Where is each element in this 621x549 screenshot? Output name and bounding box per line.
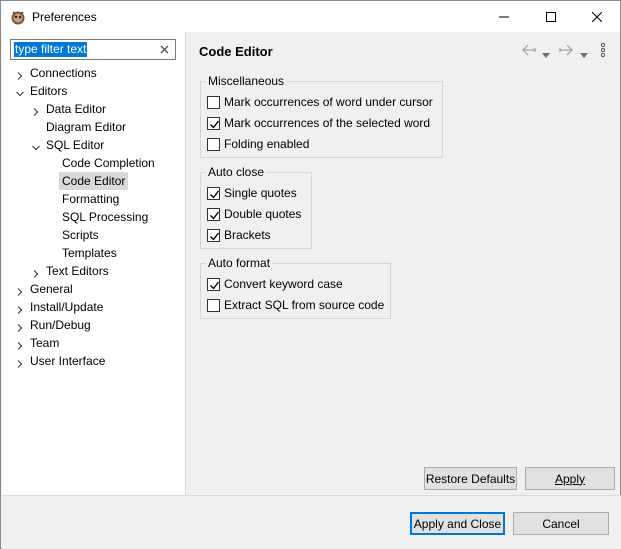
apply-and-close-label: Apply and Close [413,516,502,531]
chevron-down-icon[interactable] [31,140,41,151]
tree-item-label: Editors [30,84,68,98]
checkbox-label: Single quotes [224,186,297,200]
checkbox-row-convert-keyword-case[interactable]: Convert keyword case [207,275,343,293]
checkbox-unchecked-icon[interactable] [207,298,220,312]
filter-input[interactable]: type filter text [10,39,176,60]
tree-item-team[interactable]: Team [17,334,62,352]
tree-item-label: Connections [30,66,97,80]
checkbox-row-mark-occurrences-of-the-selected-word[interactable]: Mark occurrences of the selected word [207,114,430,132]
tree-item-sql-editor[interactable]: SQL Editor [32,136,107,154]
tree-item-general[interactable]: General [17,280,76,298]
page-title: Code Editor [199,44,273,59]
tree-item-code-completion[interactable]: Code Completion [59,154,158,172]
chevron-right-icon[interactable] [31,266,41,278]
tree-item-label: Formatting [62,192,120,206]
checkbox-row-double-quotes[interactable]: Double quotes [207,205,301,223]
tree-item-label: Install/Update [30,300,104,314]
close-icon [592,11,602,22]
maximize-icon [546,11,556,22]
preference-tree-pane: type filter text Connections Editors Data … [2,32,186,495]
tree-item-label: Diagram Editor [46,120,127,134]
tree-item-label: Data Editor [46,102,107,116]
apply-label: Apply [554,471,586,486]
tree-item-text-editors[interactable]: Text Editors [33,262,112,280]
tree-item-templates[interactable]: Templates [59,244,120,262]
tree-item-label: SQL Editor [46,138,105,152]
checkbox-checked-icon[interactable] [207,116,220,130]
tree-item-user-interface[interactable]: User Interface [17,352,108,370]
maximize-button[interactable] [528,1,574,32]
tree-item-connections[interactable]: Connections [17,64,100,82]
tree-item-label: Code Editor [59,172,129,190]
checkbox-row-extract-sql-from-source-code[interactable]: Extract SQL from source code [207,296,384,314]
checkbox-label: Brackets [224,228,271,242]
tree-item-label: Templates [62,246,117,260]
window-title: Preferences [32,10,97,24]
checkbox-checked-icon[interactable] [207,186,220,200]
tree-item-code-editor[interactable]: Code Editor [59,172,129,190]
chevron-down-icon[interactable] [15,86,25,97]
tree-item-scripts[interactable]: Scripts [59,226,102,244]
tree-item-diagram-editor[interactable]: Diagram Editor [43,118,129,136]
checkbox-label: Convert keyword case [224,277,343,291]
checkbox-label: Mark occurrences of the selected word [224,116,431,130]
title-bar: Preferences [1,1,620,32]
cancel-button[interactable]: Cancel [513,512,609,535]
tree-item-editors[interactable]: Editors [16,82,70,100]
chevron-right-icon[interactable] [15,356,25,368]
back-menu-chevron-down-icon[interactable] [542,47,550,61]
forward-arrow-icon[interactable] [558,43,574,60]
chevron-right-icon[interactable] [15,68,25,80]
tree-item-formatting[interactable]: Formatting [59,190,122,208]
cancel-label: Cancel [542,516,580,531]
clear-filter-icon[interactable] [159,44,170,55]
restore-defaults-button[interactable]: Restore Defaults [424,467,517,490]
close-window-button[interactable] [574,1,620,32]
tree-item-run-debug[interactable]: Run/Debug [17,316,94,334]
tree-item-label: Text Editors [46,264,109,278]
auto-close-group-title: Auto close [206,165,267,179]
checkbox-row-brackets[interactable]: Brackets [207,226,271,244]
tree-item-label: General [30,282,73,296]
tree-item-label: Team [30,336,60,350]
tree-item-label: Run/Debug [30,318,91,332]
tree-item-label: User Interface [30,354,106,368]
checkbox-label: Extract SQL from source code [224,298,385,312]
chevron-right-icon[interactable] [15,338,25,350]
chevron-right-icon[interactable] [31,104,41,116]
preferences-window: Preferences type filter text Connections… [0,0,621,549]
minimize-button[interactable] [481,1,527,32]
checkbox-row-single-quotes[interactable]: Single quotes [207,184,297,202]
tree-item-sql-processing[interactable]: SQL Processing [59,208,151,226]
checkbox-unchecked-icon[interactable] [207,137,220,151]
back-arrow-icon[interactable] [521,43,537,60]
checkbox-label: Mark occurrences of word under cursor [224,95,433,109]
restore-defaults-label: Restore Defaults [425,471,516,486]
tree-item-install-update[interactable]: Install/Update [17,298,106,316]
chevron-right-icon[interactable] [15,320,25,332]
checkbox-checked-icon[interactable] [207,228,220,242]
checkbox-row-folding-enabled[interactable]: Folding enabled [207,135,309,153]
auto-format-group-title: Auto format [206,256,273,270]
minimize-icon [499,16,509,17]
tree-item-label: Scripts [62,228,99,242]
tree-item-label: SQL Processing [62,210,149,224]
checkbox-label: Double quotes [224,207,302,221]
apply-button[interactable]: Apply [525,467,615,490]
forward-menu-chevron-down-icon[interactable] [580,47,588,61]
view-menu-icon[interactable] [600,42,606,61]
checkbox-checked-icon[interactable] [207,207,220,221]
tree-item-data-editor[interactable]: Data Editor [33,100,109,118]
apply-and-close-button[interactable]: Apply and Close [410,512,505,535]
chevron-right-icon[interactable] [15,302,25,314]
app-logo-icon [10,9,26,25]
checkbox-row-mark-occurrences-of-word-under-cursor[interactable]: Mark occurrences of word under cursor [207,93,433,111]
miscellaneous-group-title: Miscellaneous [206,74,287,88]
checkbox-unchecked-icon[interactable] [207,95,220,109]
checkbox-label: Folding enabled [224,137,310,151]
checkbox-checked-icon[interactable] [207,277,220,291]
tree-item-label: Code Completion [62,156,155,170]
chevron-right-icon[interactable] [15,284,25,296]
filter-input-text[interactable]: type filter text [14,42,88,57]
